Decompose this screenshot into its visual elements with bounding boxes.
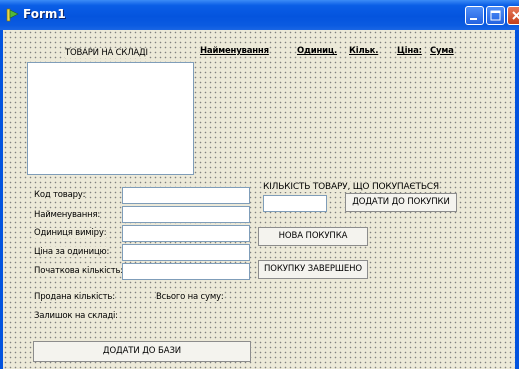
price-label: Ціна за одиницю: xyxy=(34,247,110,257)
stock-group-label: ТОВАРИ НА СКЛАДІ xyxy=(65,48,148,58)
minimize-button[interactable] xyxy=(465,6,484,25)
app-window: Form1 ТОВАРИ НА СКЛАДІ Найменування Один… xyxy=(0,0,519,369)
app-icon xyxy=(6,8,19,22)
name-input[interactable] xyxy=(122,206,250,223)
header-sum: Сума xyxy=(430,46,454,56)
sold-qty-label: Продана кількість: xyxy=(34,292,115,302)
purchase-qty-input[interactable] xyxy=(263,195,327,212)
unit-label: Одиниця виміру: xyxy=(34,228,107,238)
window-right-border xyxy=(515,30,519,369)
maximize-button[interactable] xyxy=(486,6,505,25)
header-price: Ціна: xyxy=(397,46,422,56)
purchase-done-button[interactable]: ПОКУПКУ ЗАВЕРШЕНО xyxy=(258,260,368,279)
header-name: Найменування xyxy=(200,46,269,56)
close-icon xyxy=(512,11,519,20)
remaining-label: Залишок на складі: xyxy=(34,311,118,321)
price-input[interactable] xyxy=(122,244,250,261)
close-button[interactable] xyxy=(507,6,519,25)
stock-listbox[interactable] xyxy=(27,62,194,175)
maximize-icon xyxy=(490,10,501,21)
header-qty: Кільк. xyxy=(349,46,379,56)
purchase-qty-label: КІЛЬКІСТЬ ТОВАРУ, ЩО ПОКУПАЄТЬСЯ xyxy=(263,182,439,192)
initial-qty-label: Початкова кількість: xyxy=(34,266,123,276)
add-to-purchase-button[interactable]: ДОДАТИ ДО ПОКУПКИ xyxy=(345,193,457,212)
window-title: Form1 xyxy=(23,7,66,21)
unit-input[interactable] xyxy=(122,225,250,242)
add-to-db-button[interactable]: ДОДАТИ ДО БАЗИ xyxy=(33,341,251,362)
initial-qty-input[interactable] xyxy=(122,263,250,280)
code-input[interactable] xyxy=(122,187,250,204)
minimize-icon xyxy=(470,18,477,20)
code-label: Код товару: xyxy=(34,190,86,200)
new-purchase-button[interactable]: НОВА ПОКУПКА xyxy=(258,227,368,246)
header-unit: Одиниц. xyxy=(297,46,338,56)
total-sum-label: Всього на суму: xyxy=(156,292,224,302)
title-bar[interactable]: Form1 xyxy=(0,0,519,30)
name-label: Найменування: xyxy=(34,210,101,220)
